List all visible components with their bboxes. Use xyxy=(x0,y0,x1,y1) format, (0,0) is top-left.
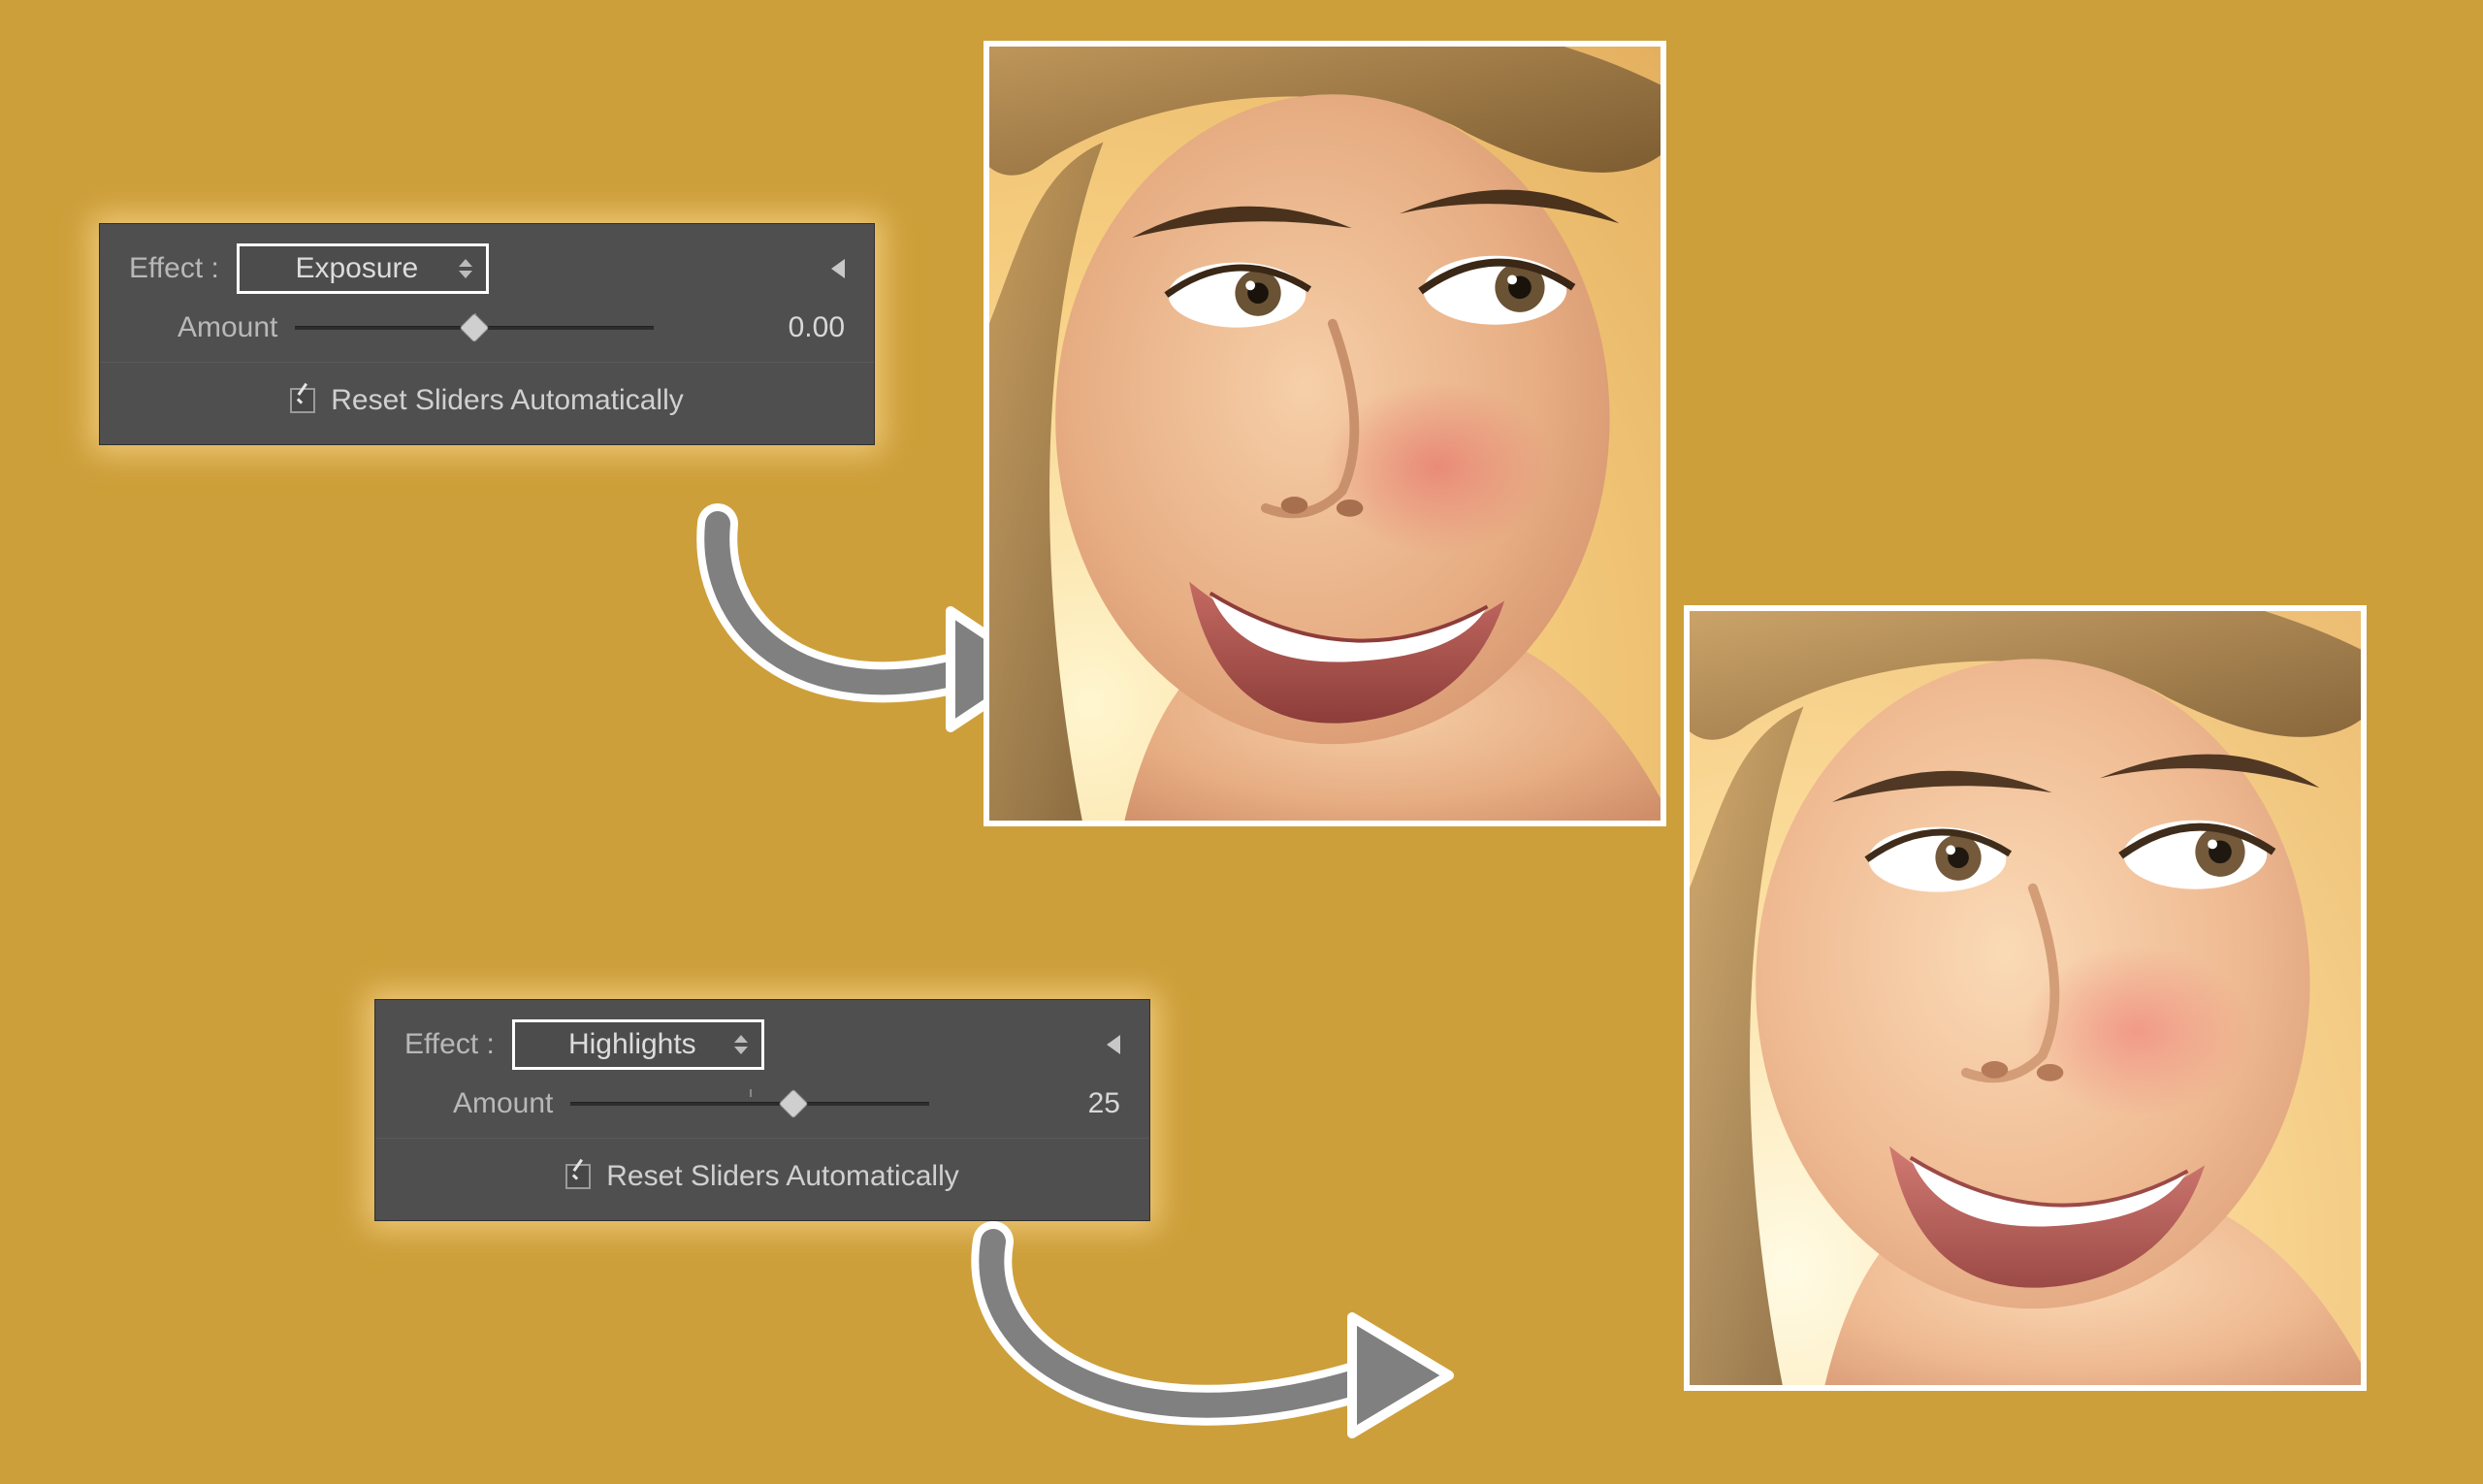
updown-icon xyxy=(459,259,472,278)
collapse-arrow-icon[interactable] xyxy=(831,259,845,278)
arrow-icon xyxy=(954,1212,1498,1484)
slider-thumb[interactable] xyxy=(778,1088,808,1118)
reset-label: Reset Sliders Automatically xyxy=(606,1160,959,1193)
amount-row: Amount 0.00 xyxy=(100,307,874,362)
effect-row: Effect : Highlights xyxy=(375,1000,1149,1083)
stage: Effect : Exposure Amount 0.00 Reset Slid… xyxy=(0,0,2483,1478)
amount-row: Amount 25 xyxy=(375,1083,1149,1138)
reset-label: Reset Sliders Automatically xyxy=(331,384,684,417)
amount-label: Amount xyxy=(453,1087,553,1120)
amount-label: Amount xyxy=(177,311,277,344)
reset-checkbox[interactable] xyxy=(565,1164,591,1189)
amount-value: 0.00 xyxy=(758,311,845,344)
effect-label: Effect : xyxy=(129,252,219,285)
effect-value: Highlights xyxy=(568,1028,696,1061)
amount-slider[interactable] xyxy=(570,1095,929,1113)
reset-row: Reset Sliders Automatically xyxy=(375,1139,1149,1220)
preview-image-top xyxy=(984,41,1666,826)
effect-label: Effect : xyxy=(404,1028,495,1061)
effect-dropdown[interactable]: Highlights xyxy=(512,1019,764,1070)
updown-icon xyxy=(734,1035,748,1054)
reset-checkbox[interactable] xyxy=(290,388,315,413)
slider-thumb[interactable] xyxy=(460,312,490,342)
preview-image-bottom xyxy=(1684,605,2367,1391)
effect-panel-top: Effect : Exposure Amount 0.00 Reset Slid… xyxy=(99,223,875,445)
reset-row: Reset Sliders Automatically xyxy=(100,363,874,444)
collapse-arrow-icon[interactable] xyxy=(1107,1035,1120,1054)
effect-panel-bottom: Effect : Highlights Amount 25 Reset Slid… xyxy=(374,999,1150,1221)
amount-value: 25 xyxy=(1033,1087,1120,1120)
effect-dropdown[interactable]: Exposure xyxy=(237,243,489,294)
effect-value: Exposure xyxy=(295,252,418,285)
amount-slider[interactable] xyxy=(295,319,654,337)
effect-row: Effect : Exposure xyxy=(100,224,874,307)
